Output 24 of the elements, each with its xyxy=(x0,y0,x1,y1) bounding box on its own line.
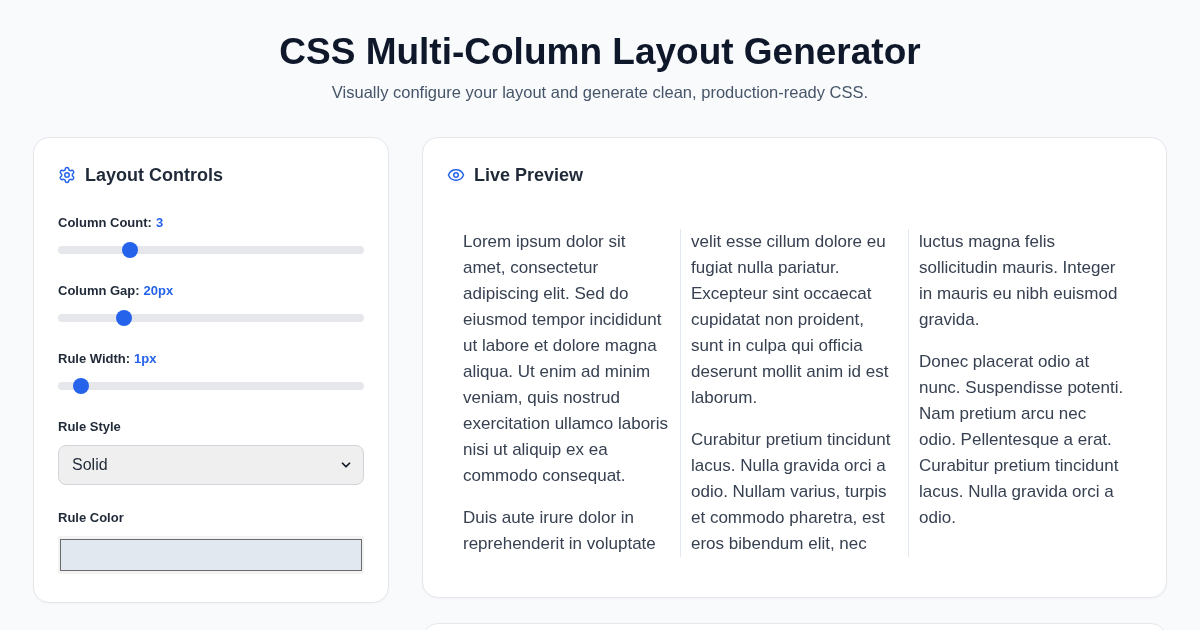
preview-paragraph: Duis aute irure dolor in reprehenderit in voluptate xyxy=(463,507,657,555)
rule-style-select[interactable]: Solid xyxy=(58,445,364,485)
field-label: Rule Style xyxy=(58,418,121,436)
preview-paragraph: luctus magna felis sollicitudin mauris. Integer in mauris eu nibh euismod gravida. xyxy=(919,231,1119,331)
slider-thumb[interactable] xyxy=(72,378,89,394)
preview-paragraph: Lorem ipsum dolor sit amet, consectetur adipiscing elit. Sed do eiusmod tempor incididunt ut labore et dolore magna aliqua. Ut enim ad minim veniam, quis nostrud exercitation ullamco laboris nisi ut aliquip ex ea commodo consequat. xyxy=(463,231,670,487)
preview-paragraph: Donec placerat odio at nunc. Suspendisse potenti. Nam pretium arcu nec odio. Pellentesque a erat. Curabitur pretium tincidunt lacus. Nulla gravida orci a odio. xyxy=(919,351,1125,529)
slider-label: Rule Width: xyxy=(58,350,131,368)
slider-value: 1px xyxy=(134,350,157,368)
slider-thumb[interactable] xyxy=(116,310,132,326)
slider-thumb[interactable] xyxy=(121,242,138,258)
preview-paragraph: velit esse cillum dolore eu fugiat nulla pariatur. Excepteur sint occaecat cupidatat non proident, sunt in culpa qui officia deserunt mollit anim id est laborum. xyxy=(691,231,890,409)
eye-icon xyxy=(447,166,465,184)
slider-value: 3 xyxy=(155,214,164,232)
page-title: CSS Multi-Column Layout Generator xyxy=(279,30,921,74)
slider-label: Column Count: xyxy=(58,214,152,232)
slider-label: Column Gap: xyxy=(58,282,140,300)
preview-paragraph: Curabitur pretium tincidunt lacus. Nulla gravida orci a odio. Nullam varius, turpis et commodo pharetra, est eros bibendum elit, nec xyxy=(691,429,892,555)
settings-icon xyxy=(58,166,76,184)
panel-title: Layout Controls xyxy=(85,164,223,187)
panel-title: Live Preview xyxy=(474,164,584,187)
page-subtitle: Visually configure your layout and generate clean, production-ready CSS. xyxy=(331,82,869,103)
field-label: Rule Color xyxy=(58,509,124,527)
slider-value: 20px xyxy=(143,282,174,300)
